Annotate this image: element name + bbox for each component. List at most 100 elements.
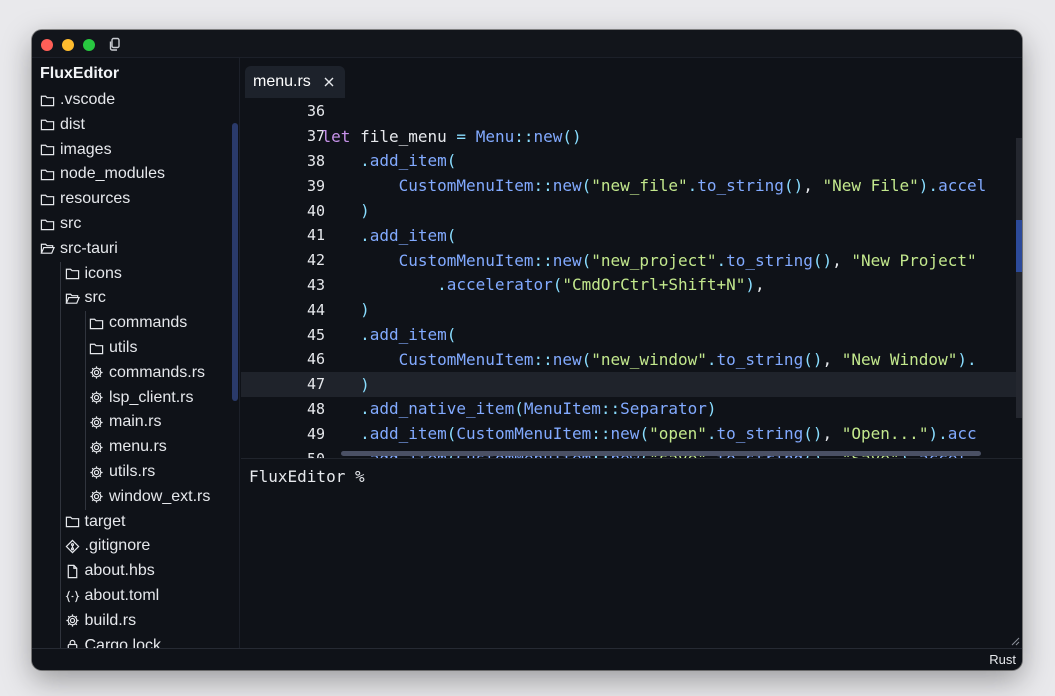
code-editor[interactable]: 50 .add_item(CustomMenuItem::new("save".… — [241, 100, 1022, 458]
terminal-prompt: FluxEditor % — [249, 467, 365, 486]
tree-item-label: node_modules — [60, 165, 165, 183]
code-token: , — [755, 275, 765, 295]
tree-item-label: src — [60, 215, 82, 232]
code-line[interactable]: 41 .add_item( — [241, 223, 1022, 248]
code-token: ) — [706, 399, 717, 419]
code-token: , — [822, 424, 842, 444]
terminal-panel[interactable]: FluxEditor % — [241, 458, 1022, 648]
code-line[interactable]: 44 ) — [241, 297, 1022, 322]
tree-item[interactable]: about.hbs — [65, 559, 155, 583]
tree-item[interactable]: resources — [40, 187, 130, 211]
tree-item[interactable]: src-tauri — [40, 237, 118, 261]
tree-item-label: images — [60, 140, 112, 158]
tree-item-label: commands.rs — [109, 363, 206, 381]
code-line[interactable]: 43 .accelerator("CmdOrCtrl+Shift+N"), — [241, 273, 1022, 298]
code-text: ) — [283, 300, 370, 319]
code-token: Separator — [620, 399, 707, 419]
tree-item[interactable]: images — [40, 138, 112, 162]
file-explorer: FluxEditor .vscode dist images node_modules… — [32, 58, 240, 648]
code-text: .add_native_item(MenuItem::Separator) — [283, 399, 717, 419]
code-line[interactable]: 48 .add_native_item(MenuItem::Separator) — [241, 397, 1022, 422]
code-line[interactable]: 39 CustomMenuItem::new("new_file".to_str… — [241, 173, 1022, 198]
code-token: () — [812, 250, 833, 270]
code-line[interactable]: 38 .add_item( — [241, 149, 1022, 174]
editor-horizontal-scrollbar[interactable] — [341, 451, 981, 456]
tree-item-label: src-tauri — [60, 239, 118, 257]
language-indicator[interactable]: Rust — [989, 652, 1016, 667]
resize-grip-icon[interactable] — [1008, 634, 1020, 646]
copy-icon[interactable] — [108, 37, 122, 51]
tree-item[interactable]: src — [40, 212, 81, 236]
tree-item[interactable]: menu.rs — [89, 435, 167, 459]
code-token: add_native_item — [369, 399, 515, 419]
tab-menu-rs[interactable]: menu.rs — [245, 66, 345, 98]
tree-item-label: src — [84, 289, 106, 307]
tree-item[interactable]: about.toml — [65, 584, 159, 608]
code-token: ) — [745, 275, 756, 295]
close-icon[interactable] — [323, 76, 335, 88]
tree-item[interactable]: .gitignore — [65, 534, 150, 558]
code-token: CustomMenuItem — [398, 176, 534, 196]
editor-vertical-scrollbar[interactable] — [1016, 138, 1022, 418]
code-line[interactable]: 46 CustomMenuItem::new("new_window".to_s… — [241, 347, 1022, 372]
code-token: ( — [639, 424, 650, 444]
tree-item[interactable]: src — [64, 286, 106, 310]
code-token: () — [562, 126, 582, 146]
tree-item[interactable]: main.rs — [89, 410, 161, 434]
sidebar-scrollbar[interactable] — [232, 123, 238, 401]
folder-open-icon — [64, 291, 85, 306]
tree-item[interactable]: .vscode — [40, 88, 115, 112]
tree-item[interactable]: commands — [89, 311, 187, 335]
gear-icon — [65, 613, 85, 628]
code-token: , — [822, 349, 842, 369]
tree-item[interactable]: dist — [40, 113, 85, 137]
tab-bar: menu.rs — [241, 58, 1022, 100]
code-token: CustomMenuItem — [398, 349, 534, 369]
tree-item[interactable]: commands.rs — [89, 361, 205, 385]
tree-item-label: lsp_client.rs — [109, 388, 194, 406]
code-token: new — [552, 176, 582, 196]
tree-item[interactable]: utils.rs — [89, 460, 155, 484]
code-line[interactable]: 45 .add_item( — [241, 322, 1022, 347]
folder-icon — [40, 192, 60, 207]
tree-item[interactable]: target — [65, 510, 125, 534]
code-text: ) — [283, 375, 370, 394]
code-token: to_string — [716, 424, 804, 444]
code-token: . — [360, 151, 370, 171]
code-line[interactable]: 37 let file_menu = Menu::new() — [241, 124, 1022, 149]
close-window-button[interactable] — [41, 39, 53, 51]
code-token: :: — [533, 176, 553, 196]
folder-icon — [40, 167, 60, 182]
code-token: = — [456, 126, 467, 146]
code-token: , — [832, 250, 852, 270]
minimize-window-button[interactable] — [62, 39, 74, 51]
code-token: ( — [581, 349, 592, 369]
code-line[interactable]: 47 ) — [241, 371, 1022, 397]
code-token: . — [716, 250, 727, 270]
code-token: ). — [928, 424, 948, 444]
tree-item[interactable]: build.rs — [65, 609, 136, 633]
code-line[interactable]: 40 ) — [241, 198, 1022, 223]
code-token: "CmdOrCtrl+Shift+N" — [562, 275, 746, 295]
editor-scroll-thumb[interactable] — [1016, 220, 1022, 272]
code-line[interactable]: 42 CustomMenuItem::new("new_project".to_… — [241, 248, 1022, 273]
gear-icon — [89, 465, 109, 480]
code-line[interactable]: 49 .add_item(CustomMenuItem::new("open".… — [241, 421, 1022, 446]
tree-item[interactable]: utils — [89, 336, 137, 360]
tree-item[interactable]: window_ext.rs — [89, 485, 210, 509]
tree-item[interactable]: icons — [65, 262, 122, 286]
code-token: . — [706, 349, 717, 369]
tree-item[interactable]: lsp_client.rs — [89, 386, 193, 410]
code-token: file_menu — [350, 126, 457, 146]
code-line[interactable]: 36 — [241, 100, 1022, 124]
zoom-window-button[interactable] — [83, 39, 95, 51]
tree-item[interactable]: Cargo.lock — [65, 634, 161, 648]
tree-item[interactable]: node_modules — [40, 162, 165, 186]
code-token: . — [360, 424, 370, 444]
code-text: ) — [283, 201, 370, 220]
gear-icon — [89, 390, 109, 405]
code-token: ). — [918, 176, 939, 196]
